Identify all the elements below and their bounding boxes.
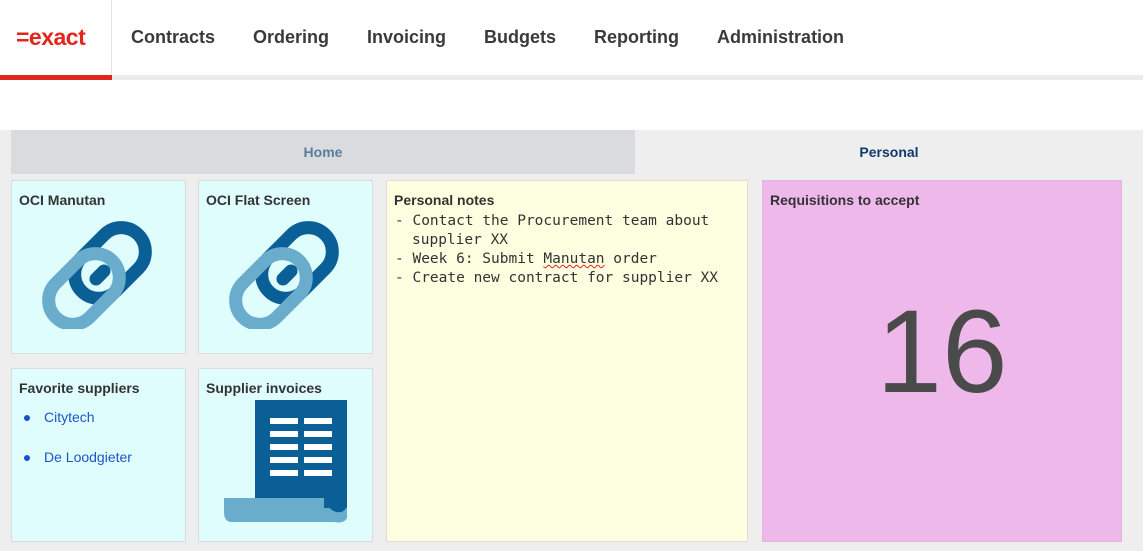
link-icon [42, 217, 157, 334]
requisitions-count: 16 [876, 286, 1008, 418]
spellcheck-flag: Manutan [543, 251, 605, 267]
top-navigation-bar: =exact Contracts Ordering Invoicing Budg… [0, 0, 1143, 80]
active-indicator [0, 75, 112, 80]
tile-title: Supplier invoices [206, 380, 322, 396]
nav-budgets[interactable]: Budgets [484, 27, 556, 48]
tile-requisitions-to-accept[interactable]: Requisitions to accept 16 [762, 180, 1122, 542]
note-item: - Contact the Procurement team about sup… [395, 213, 710, 248]
link-icon [229, 217, 344, 334]
tile-favorite-suppliers: Favorite suppliers Citytech De Loodgiete… [11, 368, 186, 542]
tile-supplier-invoices[interactable]: Supplier invoices [198, 368, 373, 542]
dashboard-area: Home Personal OCI Manutan OCI Flat Scree… [0, 130, 1143, 551]
nav-reporting[interactable]: Reporting [594, 27, 679, 48]
invoice-document-icon [224, 400, 349, 530]
nav-administration[interactable]: Administration [717, 27, 844, 48]
tile-personal-notes[interactable]: Personal notes - Contact the Procurement… [386, 180, 748, 542]
tile-title: OCI Flat Screen [206, 192, 311, 208]
tab-home[interactable]: Home [11, 130, 635, 174]
note-item: - Create new contract for supplier XX [395, 270, 719, 286]
bullet-icon [24, 415, 30, 421]
dashboard-tabs: Home Personal [11, 130, 1143, 174]
notes-list[interactable]: - Contact the Procurement team about sup… [395, 212, 747, 288]
tile-title: Personal notes [394, 192, 495, 208]
logo-area[interactable]: =exact [0, 0, 112, 80]
note-item: - Week 6: Submit Manutan order [395, 251, 657, 267]
supplier-link-de-loodgieter[interactable]: De Loodgieter [44, 449, 132, 465]
main-menu: Contracts Ordering Invoicing Budgets Rep… [112, 0, 863, 75]
tile-title: Requisitions to accept [770, 192, 920, 208]
supplier-link-citytech[interactable]: Citytech [44, 409, 95, 425]
nav-contracts[interactable]: Contracts [131, 27, 215, 48]
nav-invoicing[interactable]: Invoicing [367, 27, 446, 48]
tile-title: OCI Manutan [19, 192, 106, 208]
tile-title: Favorite suppliers [19, 380, 140, 396]
tile-oci-manutan[interactable]: OCI Manutan [11, 180, 186, 354]
tab-personal[interactable]: Personal [635, 130, 1143, 174]
tile-oci-flat-screen[interactable]: OCI Flat Screen [198, 180, 373, 354]
menu-divider [112, 75, 1143, 80]
exact-logo[interactable]: =exact [16, 24, 86, 51]
nav-ordering[interactable]: Ordering [253, 27, 329, 48]
bullet-icon [24, 455, 30, 461]
